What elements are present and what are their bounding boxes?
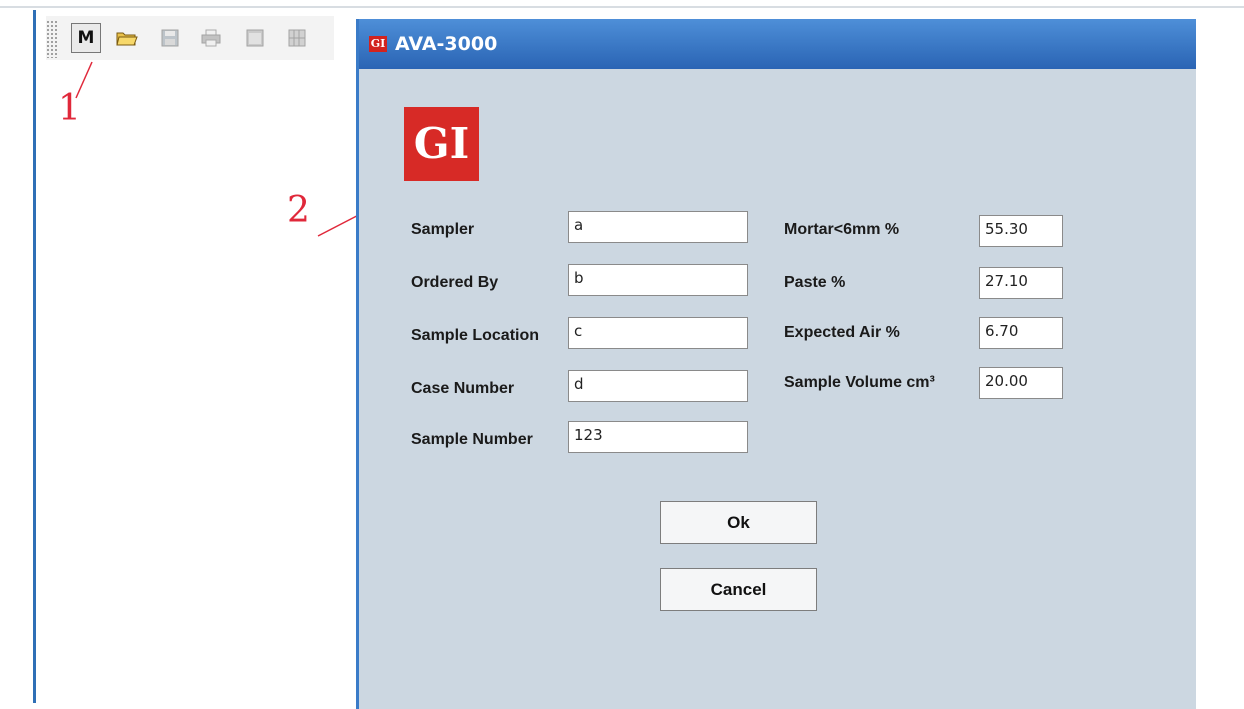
- sample-location-label: Sample Location: [411, 327, 540, 344]
- toolbar: M: [46, 16, 334, 60]
- mortar-field[interactable]: 55.30: [979, 215, 1063, 247]
- dialog-title: AVA-3000: [395, 33, 498, 55]
- sample-number-field[interactable]: 123: [568, 421, 748, 453]
- sample-volume-label: Sample Volume cm³: [784, 374, 935, 391]
- annotation-number-2: 2: [287, 190, 310, 231]
- ava-3000-dialog: GI AVA-3000 GI Sampler a Ordered By b Sa…: [356, 19, 1196, 709]
- mortar-label: Mortar<6mm %: [784, 221, 900, 238]
- expected-air-field[interactable]: 6.70: [979, 317, 1063, 349]
- sampler-field[interactable]: a: [568, 211, 748, 243]
- paste-field[interactable]: 27.10: [979, 267, 1063, 299]
- gi-title-icon: GI: [369, 36, 387, 52]
- toolbar-grip[interactable]: [46, 20, 58, 58]
- printer-icon: [201, 29, 221, 47]
- ordered-by-field[interactable]: b: [568, 264, 748, 296]
- window-icon: [246, 29, 264, 47]
- paste-label: Paste %: [784, 274, 846, 291]
- save-button[interactable]: [155, 23, 185, 53]
- case-number-field[interactable]: d: [568, 370, 748, 402]
- save-icon: [161, 29, 179, 47]
- window-button[interactable]: [240, 23, 270, 53]
- m-button-label: M: [77, 28, 95, 48]
- top-divider: [0, 6, 1244, 8]
- grid-icon: [288, 29, 306, 47]
- expected-air-label: Expected Air %: [784, 324, 900, 341]
- open-folder-button[interactable]: [112, 23, 142, 53]
- ok-button[interactable]: Ok: [660, 501, 817, 544]
- annotation-stroke-1: [75, 61, 93, 99]
- sample-volume-field[interactable]: 20.00: [979, 367, 1063, 399]
- sampler-label: Sampler: [411, 221, 475, 238]
- sample-number-label: Sample Number: [411, 431, 533, 448]
- cancel-button[interactable]: Cancel: [660, 568, 817, 611]
- dialog-titlebar[interactable]: GI AVA-3000: [359, 19, 1196, 69]
- case-number-label: Case Number: [411, 380, 515, 397]
- left-window-border: [33, 10, 36, 703]
- print-button[interactable]: [196, 23, 226, 53]
- gi-logo: GI: [404, 107, 479, 181]
- open-folder-icon: [116, 32, 138, 46]
- ordered-by-label: Ordered By: [411, 274, 499, 291]
- grid-button[interactable]: [282, 23, 312, 53]
- m-button[interactable]: M: [71, 23, 101, 53]
- sample-location-field[interactable]: c: [568, 317, 748, 349]
